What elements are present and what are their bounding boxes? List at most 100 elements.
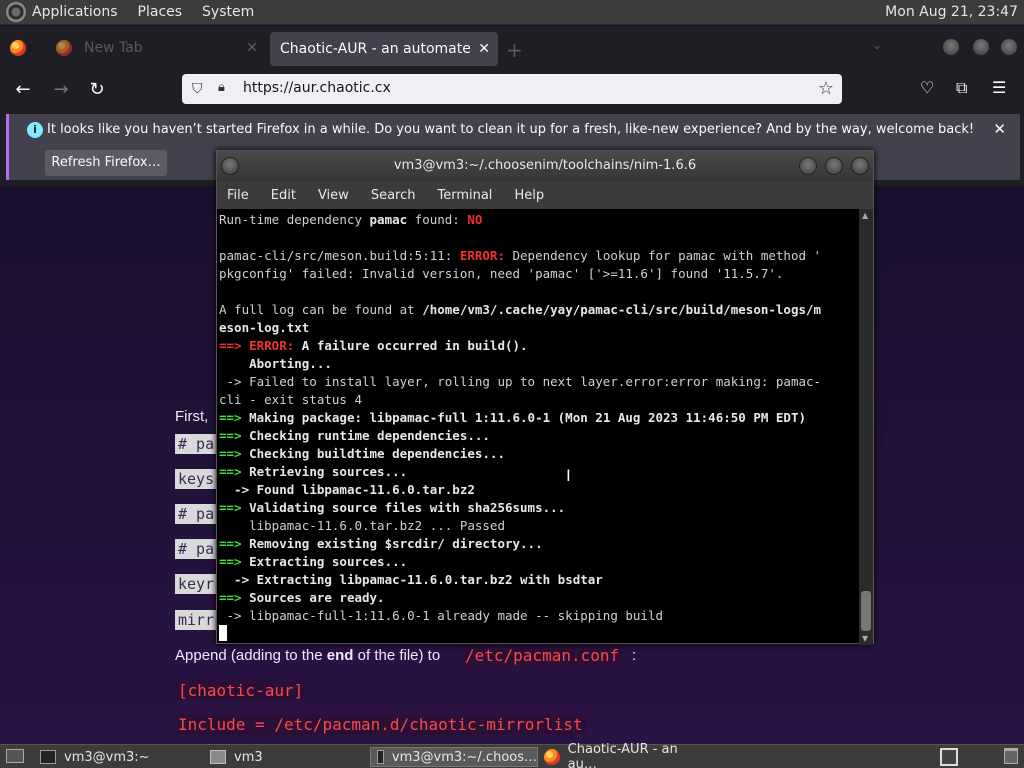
append-colon: :: [632, 647, 637, 664]
terminal-line: Aborting...: [219, 355, 861, 373]
extensions-icon[interactable]: ⧉: [956, 78, 967, 98]
terminal-text-segment: ERROR:: [459, 248, 505, 263]
minimize-button[interactable]: [942, 38, 960, 56]
url-text[interactable]: https://aur.chaotic.cx: [243, 80, 391, 96]
tab-chaotic-aur[interactable]: Chaotic-AUR - an automated bu ✕: [270, 32, 498, 66]
task-folder-vm3[interactable]: vm3: [204, 747, 364, 767]
terminal-line: ==> Checking runtime dependencies...: [219, 427, 861, 445]
menu-system[interactable]: System: [202, 4, 254, 20]
terminal-line: ==> ERROR: A failure occurred in build()…: [219, 337, 861, 355]
url-bar[interactable]: ⛉ 🔒︎ https://aur.chaotic.cx ☆: [182, 74, 842, 104]
terminal-text-segment: libpamac-11.6.0.tar.bz2 ... Passed: [219, 518, 505, 533]
task-terminal-nim[interactable]: vm3@vm3:~/.choos…: [370, 747, 538, 767]
terminal-titlebar[interactable]: vm3@vm3:~/.choosenim/toolchains/nim-1.6.…: [217, 151, 873, 181]
trash-icon[interactable]: [1004, 748, 1018, 764]
back-arrow-icon[interactable]: ←: [12, 79, 34, 100]
nav-bar: ← → ↻ ⛉ 🔒︎ https://aur.chaotic.cx ☆ ♡ ⧉ …: [0, 70, 1024, 108]
terminal-text-segment: ERROR:: [249, 338, 295, 353]
menu-edit[interactable]: Edit: [271, 188, 296, 203]
terminal-line: -> Extracting libpamac-11.6.0.tar.bz2 wi…: [219, 571, 861, 589]
terminal-text-segment: Dependency lookup for pamac with method …: [504, 248, 822, 263]
terminal-text-segment: Checking buildtime dependencies...: [249, 446, 505, 461]
close-tab-icon[interactable]: ✕: [246, 40, 258, 56]
menu-hamburger-icon[interactable]: ☰: [992, 78, 1006, 97]
minimize-button[interactable]: [799, 157, 817, 175]
info-icon: i: [27, 122, 43, 138]
terminal-line: cli - exit status 4: [219, 391, 861, 409]
page-text-first: First,: [175, 408, 209, 425]
terminal-text-segment: cli - exit status 4: [219, 392, 362, 407]
terminal-output[interactable]: Run-time dependency pamac found: NO pama…: [217, 209, 861, 645]
firefox-view-icon[interactable]: [10, 40, 26, 56]
tab-label: New Tab: [84, 40, 143, 56]
refresh-firefox-button[interactable]: Refresh Firefox…: [45, 150, 167, 176]
terminal-line: -> Failed to install layer, rolling up t…: [219, 373, 861, 391]
forward-arrow-icon[interactable]: →: [50, 79, 72, 100]
terminal-text-segment: Extracting libpamac-11.6.0.tar.bz2 with …: [256, 572, 603, 587]
close-window-button[interactable]: [851, 157, 869, 175]
append-bold: end: [326, 647, 354, 664]
show-desktop-icon[interactable]: [6, 749, 24, 763]
terminal-text-segment: pkgconfig' failed: Invalid version, need…: [219, 266, 784, 281]
menu-places[interactable]: Places: [138, 4, 183, 20]
terminal-prompt-line: [219, 625, 861, 643]
tab-new-tab[interactable]: New Tab ✕: [48, 32, 268, 64]
terminal-line: ==> Sources are ready.: [219, 589, 861, 607]
terminal-text-segment: ==>: [219, 428, 250, 443]
terminal-text-segment: Sources are ready.: [249, 590, 385, 605]
close-tab-icon[interactable]: ✕: [478, 41, 490, 57]
terminal-icon: [40, 750, 56, 764]
terminal-line: libpamac-11.6.0.tar.bz2 ... Passed: [219, 517, 861, 535]
maximize-button[interactable]: [972, 38, 990, 56]
firefox-icon: [56, 40, 72, 56]
task-label: vm3@vm3:~/.choos…: [391, 749, 537, 765]
code-fragment: # pa: [175, 539, 218, 559]
menu-file[interactable]: File: [227, 188, 249, 203]
scroll-down-icon[interactable]: ▼: [862, 634, 868, 643]
menu-applications[interactable]: Applications: [32, 4, 118, 20]
tab-label: Chaotic-AUR - an automated bu: [280, 41, 470, 57]
workspace-switcher[interactable]: [940, 748, 958, 766]
notification-message: It looks like you haven’t started Firefo…: [47, 122, 975, 137]
append-text: Append (adding to the: [175, 647, 327, 664]
menu-search[interactable]: Search: [371, 188, 416, 203]
terminal-text-segment: ==>: [219, 446, 250, 461]
close-notification-icon[interactable]: ✕: [993, 120, 1006, 138]
maximize-button[interactable]: [825, 157, 843, 175]
pocket-icon[interactable]: ♡: [920, 78, 934, 97]
task-terminal-home[interactable]: vm3@vm3:~: [34, 747, 194, 767]
system-logo-icon[interactable]: [6, 2, 26, 22]
new-tab-plus-icon[interactable]: +: [506, 38, 523, 62]
window-menu-button[interactable]: [221, 157, 239, 175]
code-fragment: keys: [175, 469, 218, 489]
reload-icon[interactable]: ↻: [86, 79, 108, 100]
terminal-scrollbar[interactable]: ▲ ▼: [859, 209, 873, 645]
bookmark-star-icon[interactable]: ☆: [818, 78, 834, 99]
terminal-line: [219, 283, 861, 301]
clock[interactable]: Mon Aug 21, 23:47: [885, 4, 1018, 20]
config-section: [chaotic-aur]: [175, 680, 307, 701]
task-label: vm3@vm3:~: [64, 749, 150, 765]
terminal-text-segment: eson-log.txt: [219, 320, 310, 335]
folder-icon: [210, 750, 226, 764]
terminal-text-segment: Found libpamac-11.6.0.tar.bz2: [256, 482, 475, 497]
terminal-text-segment: ==>: [219, 554, 250, 569]
terminal-text-segment: A failure occurred in build().: [294, 338, 528, 353]
terminal-line: ==> Extracting sources...: [219, 553, 861, 571]
close-window-button[interactable]: [1000, 38, 1018, 56]
lock-icon[interactable]: 🔒︎: [218, 80, 225, 95]
menu-view[interactable]: View: [318, 188, 349, 203]
shield-icon[interactable]: ⛉: [192, 81, 203, 97]
terminal-line: ==> Retrieving sources...: [219, 463, 861, 481]
menu-terminal[interactable]: Terminal: [437, 188, 492, 203]
terminal-line: pamac-cli/src/meson.build:5:11: ERROR: D…: [219, 247, 861, 265]
task-firefox[interactable]: Chaotic-AUR - an au…: [538, 742, 708, 768]
terminal-line: ==> Checking buildtime dependencies...: [219, 445, 861, 463]
firefox-icon: [544, 749, 560, 765]
scrollbar-thumb[interactable]: [861, 591, 871, 631]
tab-list-chevron-icon[interactable]: ⌄: [872, 38, 882, 52]
scroll-up-icon[interactable]: ▲: [862, 211, 868, 220]
code-fragment: # pa: [175, 504, 218, 524]
menu-help[interactable]: Help: [514, 188, 544, 203]
